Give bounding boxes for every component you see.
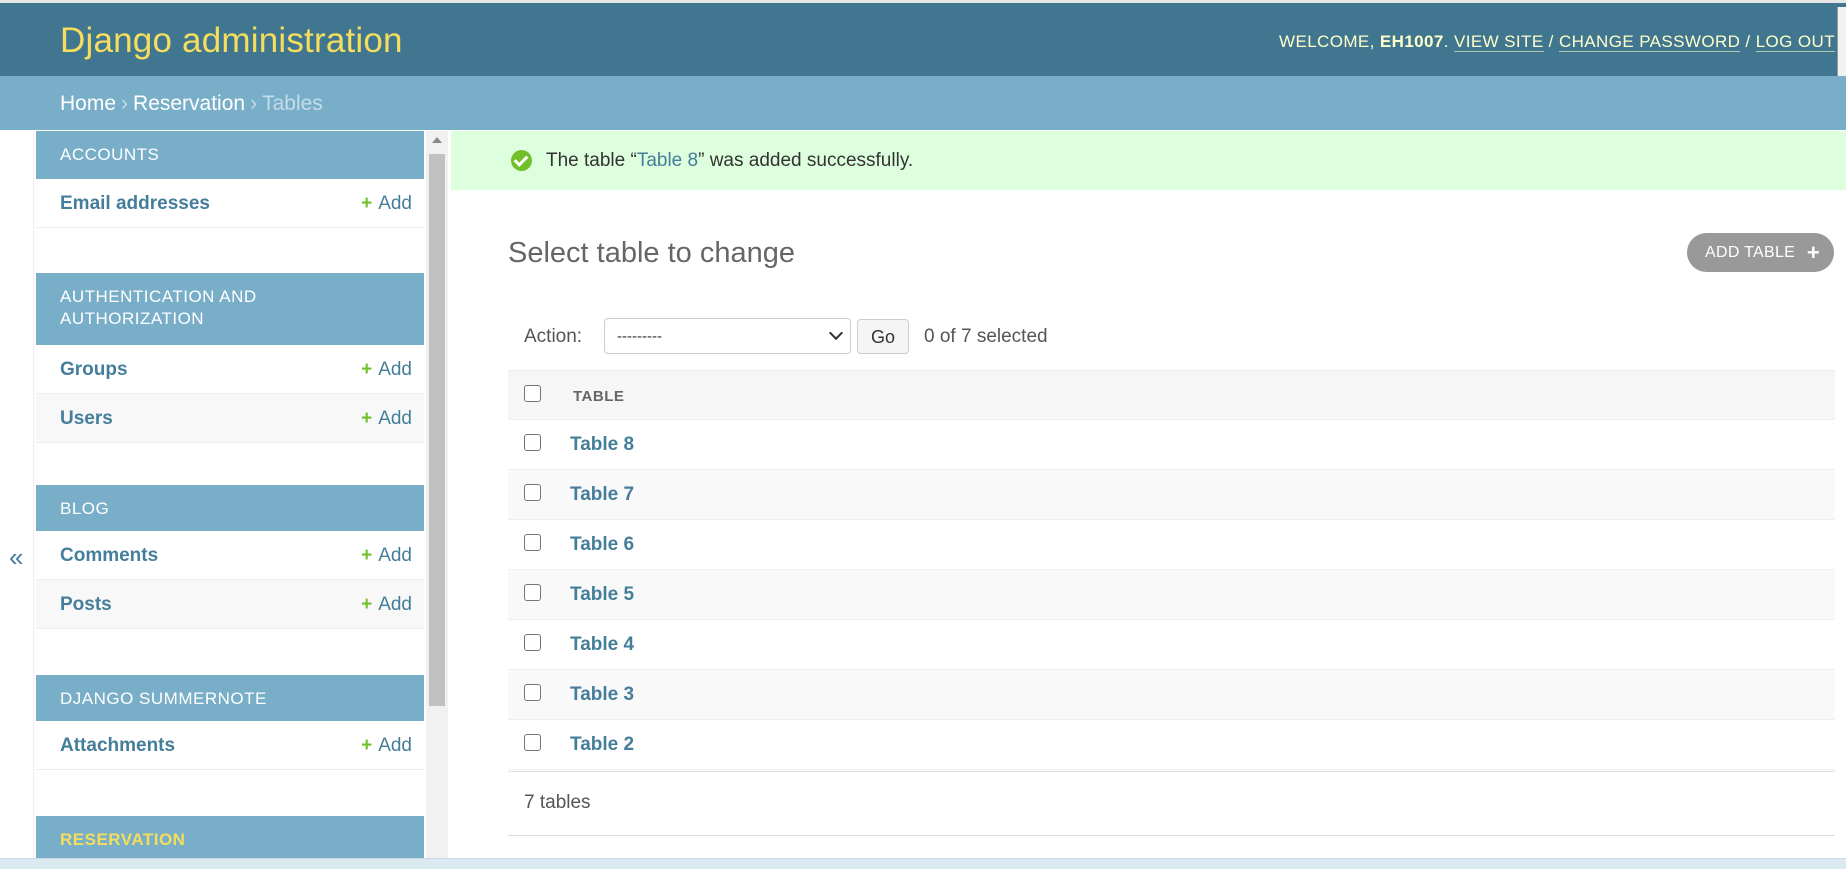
model-link-attachments[interactable]: Attachments: [60, 735, 175, 757]
add-label: Add: [378, 735, 412, 756]
row-checkbox[interactable]: [524, 584, 541, 601]
row-checkbox[interactable]: [524, 484, 541, 501]
action-select-value: ---------: [617, 328, 662, 345]
plus-icon: +: [361, 193, 373, 214]
site-title[interactable]: Django administration: [60, 21, 403, 61]
sidebar-item-posts[interactable]: Posts + Add: [36, 580, 424, 629]
model-link-comments[interactable]: Comments: [60, 545, 158, 567]
log-out-link[interactable]: LOG OUT: [1755, 32, 1835, 52]
breadcrumb-reservation[interactable]: Reservation: [133, 92, 245, 115]
action-select[interactable]: ---------: [604, 318, 851, 354]
add-table-label: ADD TABLE: [1705, 244, 1796, 261]
welcome-text: WELCOME,: [1279, 32, 1375, 51]
plus-icon: +: [1806, 240, 1820, 265]
breadcrumb: Home › Reservation › Tables: [0, 76, 1846, 130]
row-checkbox[interactable]: [524, 534, 541, 551]
change-password-link[interactable]: CHANGE PASSWORD: [1558, 32, 1741, 52]
row-link[interactable]: Table 8: [570, 434, 634, 456]
sidebar-item-users[interactable]: Users + Add: [36, 394, 424, 443]
table-row: Table 3: [508, 670, 1835, 720]
add-email-address-link[interactable]: + Add: [361, 193, 412, 215]
module-caption-reservation[interactable]: RESERVATION: [36, 816, 424, 860]
row-link[interactable]: Table 4: [570, 634, 634, 656]
add-label: Add: [378, 408, 412, 429]
chevron-down-icon: [828, 325, 844, 341]
result-count: 7 tables: [524, 792, 591, 813]
breadcrumb-home[interactable]: Home: [60, 92, 116, 115]
plus-icon: +: [361, 594, 373, 615]
plus-icon: +: [361, 359, 373, 380]
breadcrumb-separator: ›: [121, 92, 129, 115]
add-group-link[interactable]: + Add: [361, 359, 412, 381]
table-header: TABLE: [508, 370, 1835, 420]
add-label: Add: [378, 193, 412, 214]
plus-icon: +: [361, 735, 373, 756]
model-link-email-addresses[interactable]: Email addresses: [60, 193, 210, 215]
row-link[interactable]: Table 6: [570, 534, 634, 556]
add-label: Add: [378, 594, 412, 615]
table-row: Table 8: [508, 420, 1835, 470]
breadcrumb-separator: ›: [250, 92, 258, 115]
plus-icon: +: [361, 545, 373, 566]
message-suffix: ” was added successfully.: [698, 150, 914, 171]
action-label: Action:: [524, 326, 583, 347]
table-row: Table 2: [508, 720, 1835, 770]
add-table-button[interactable]: ADD TABLE +: [1687, 233, 1834, 272]
model-link-groups[interactable]: Groups: [60, 359, 128, 381]
collapse-chevrons-icon[interactable]: «: [9, 542, 23, 573]
column-header-table[interactable]: TABLE: [573, 388, 624, 405]
paginator: 7 tables: [508, 771, 1835, 836]
row-link[interactable]: Table 7: [570, 484, 634, 506]
window-bottom-edge: [0, 858, 1846, 869]
breadcrumb-current: Tables: [262, 92, 323, 115]
username: EH1007: [1379, 32, 1444, 51]
sidebar-scrollbar-thumb[interactable]: [429, 154, 445, 706]
header: Django administration WELCOME, EH1007. V…: [0, 0, 1846, 112]
sidebar-item-comments[interactable]: Comments + Add: [36, 531, 424, 580]
view-site-link[interactable]: VIEW SITE: [1454, 32, 1544, 52]
model-link-users[interactable]: Users: [60, 408, 113, 430]
table-row: Table 7: [508, 470, 1835, 520]
add-comment-link[interactable]: + Add: [361, 545, 412, 567]
row-checkbox[interactable]: [524, 434, 541, 451]
table-row: Table 4: [508, 620, 1835, 670]
add-attachment-link[interactable]: + Add: [361, 735, 412, 757]
message-object-link[interactable]: Table 8: [637, 150, 698, 171]
table-row: Table 5: [508, 570, 1835, 620]
row-link[interactable]: Table 5: [570, 584, 634, 606]
page-title: Select table to change: [508, 237, 795, 269]
module-caption-accounts[interactable]: ACCOUNTS: [36, 131, 424, 179]
sidebar-item-groups[interactable]: Groups + Add: [36, 345, 424, 394]
selection-counter: 0 of 7 selected: [924, 326, 1048, 347]
add-user-link[interactable]: + Add: [361, 408, 412, 430]
message-prefix: The table “: [546, 150, 637, 171]
sidebar-item-email-addresses[interactable]: Email addresses + Add: [36, 179, 424, 228]
row-link[interactable]: Table 3: [570, 684, 634, 706]
go-button[interactable]: Go: [857, 319, 909, 354]
result-list: TABLE Table 8 Table 7 Table 6 Table 5 Ta…: [508, 370, 1835, 770]
nav-sidebar-toggle[interactable]: «: [0, 131, 34, 860]
row-checkbox[interactable]: [524, 734, 541, 751]
table-row: Table 6: [508, 520, 1835, 570]
row-checkbox[interactable]: [524, 634, 541, 651]
add-label: Add: [378, 545, 412, 566]
module-caption-auth[interactable]: AUTHENTICATION AND AUTHORIZATION: [36, 273, 424, 345]
success-message: The table “Table 8” was added successful…: [451, 131, 1846, 190]
scroll-up-arrow-icon[interactable]: [432, 137, 442, 143]
module-caption-summernote[interactable]: DJANGO SUMMERNOTE: [36, 675, 424, 721]
add-post-link[interactable]: + Add: [361, 594, 412, 616]
plus-icon: +: [361, 408, 373, 429]
row-checkbox[interactable]: [524, 684, 541, 701]
user-tools: WELCOME, EH1007. VIEW SITE / CHANGE PASS…: [1279, 32, 1835, 52]
add-label: Add: [378, 359, 412, 380]
row-link[interactable]: Table 2: [570, 734, 634, 756]
sidebar-item-attachments[interactable]: Attachments + Add: [36, 721, 424, 770]
model-link-posts[interactable]: Posts: [60, 594, 112, 616]
sidebar-scrollbar[interactable]: [426, 131, 448, 860]
success-check-icon: [511, 150, 532, 171]
message-text: The table “Table 8” was added successful…: [546, 150, 913, 172]
nav-sidebar: ACCOUNTS Email addresses + Add AUTHENTICA…: [36, 131, 424, 860]
select-all-checkbox[interactable]: [524, 385, 541, 402]
module-caption-blog[interactable]: BLOG: [36, 485, 424, 531]
